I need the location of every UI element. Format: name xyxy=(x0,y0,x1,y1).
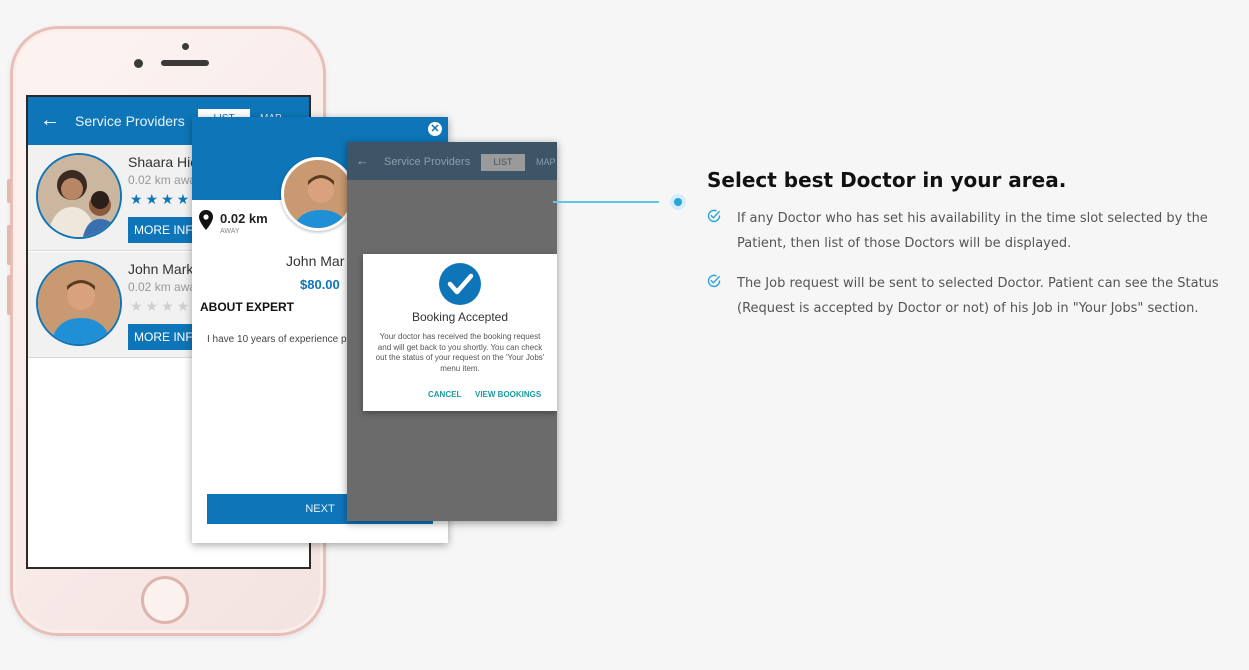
booking-accepted-dialog: Booking Accepted Your doctor has receive… xyxy=(363,254,557,411)
phone-sensor xyxy=(182,43,189,50)
doctor-distance: 0.02 km xyxy=(220,211,268,226)
check-circle-icon xyxy=(707,209,721,223)
about-heading: ABOUT EXPERT xyxy=(200,300,295,314)
app-bar-title: Service Providers xyxy=(75,113,185,129)
phone-home-button xyxy=(141,576,189,624)
connector-dot xyxy=(674,198,682,206)
location-pin-icon xyxy=(199,210,213,230)
provider-name: Shaara Hic xyxy=(128,154,198,170)
provider-name: John Mark xyxy=(128,261,194,277)
check-circle-icon xyxy=(707,274,721,288)
back-arrow-icon[interactable]: ← xyxy=(356,153,369,168)
phone-camera xyxy=(134,59,143,68)
avatar xyxy=(36,260,122,346)
booking-screen: ← Service Providers LIST MAP Booking Acc… xyxy=(347,142,557,521)
booking-app-bar-title: Service Providers xyxy=(384,156,471,168)
dialog-title: Booking Accepted xyxy=(411,310,509,324)
back-arrow-icon[interactable]: ← xyxy=(40,109,60,131)
doctor-avatar xyxy=(281,157,355,231)
doctor-name: John Mar xyxy=(286,253,345,269)
feature-bullet-text: The Job request will be sent to selected… xyxy=(737,276,1219,316)
rating-stars: ★★★★ xyxy=(130,191,193,207)
doctor-price: $80.00 xyxy=(300,277,340,292)
booking-app-bar: ← Service Providers LIST MAP xyxy=(347,142,557,180)
away-label: AWAY xyxy=(220,228,240,235)
feature-heading: Select best Doctor in your area. xyxy=(707,168,1067,192)
rating-stars: ★★★★ xyxy=(130,298,193,314)
provider-distance: 0.02 km awa xyxy=(128,173,197,187)
feature-bullet-text: If any Doctor who has set his availabili… xyxy=(737,211,1208,251)
checkmark-icon xyxy=(439,263,481,305)
provider-distance: 0.02 km awa xyxy=(128,280,197,294)
tab-map[interactable]: MAP xyxy=(536,154,556,171)
phone-side-button xyxy=(7,179,11,203)
dialog-message: Your doctor has received the booking req… xyxy=(375,332,545,373)
connector-line xyxy=(553,201,659,203)
tab-list[interactable]: LIST xyxy=(481,154,525,171)
phone-speaker xyxy=(161,60,209,66)
cancel-button[interactable]: CANCEL xyxy=(428,390,461,399)
phone-volume-up xyxy=(7,225,11,265)
close-icon[interactable]: ✕ xyxy=(428,122,442,136)
avatar xyxy=(36,153,122,239)
phone-volume-down xyxy=(7,275,11,315)
view-bookings-button[interactable]: VIEW BOOKINGS xyxy=(475,390,541,399)
